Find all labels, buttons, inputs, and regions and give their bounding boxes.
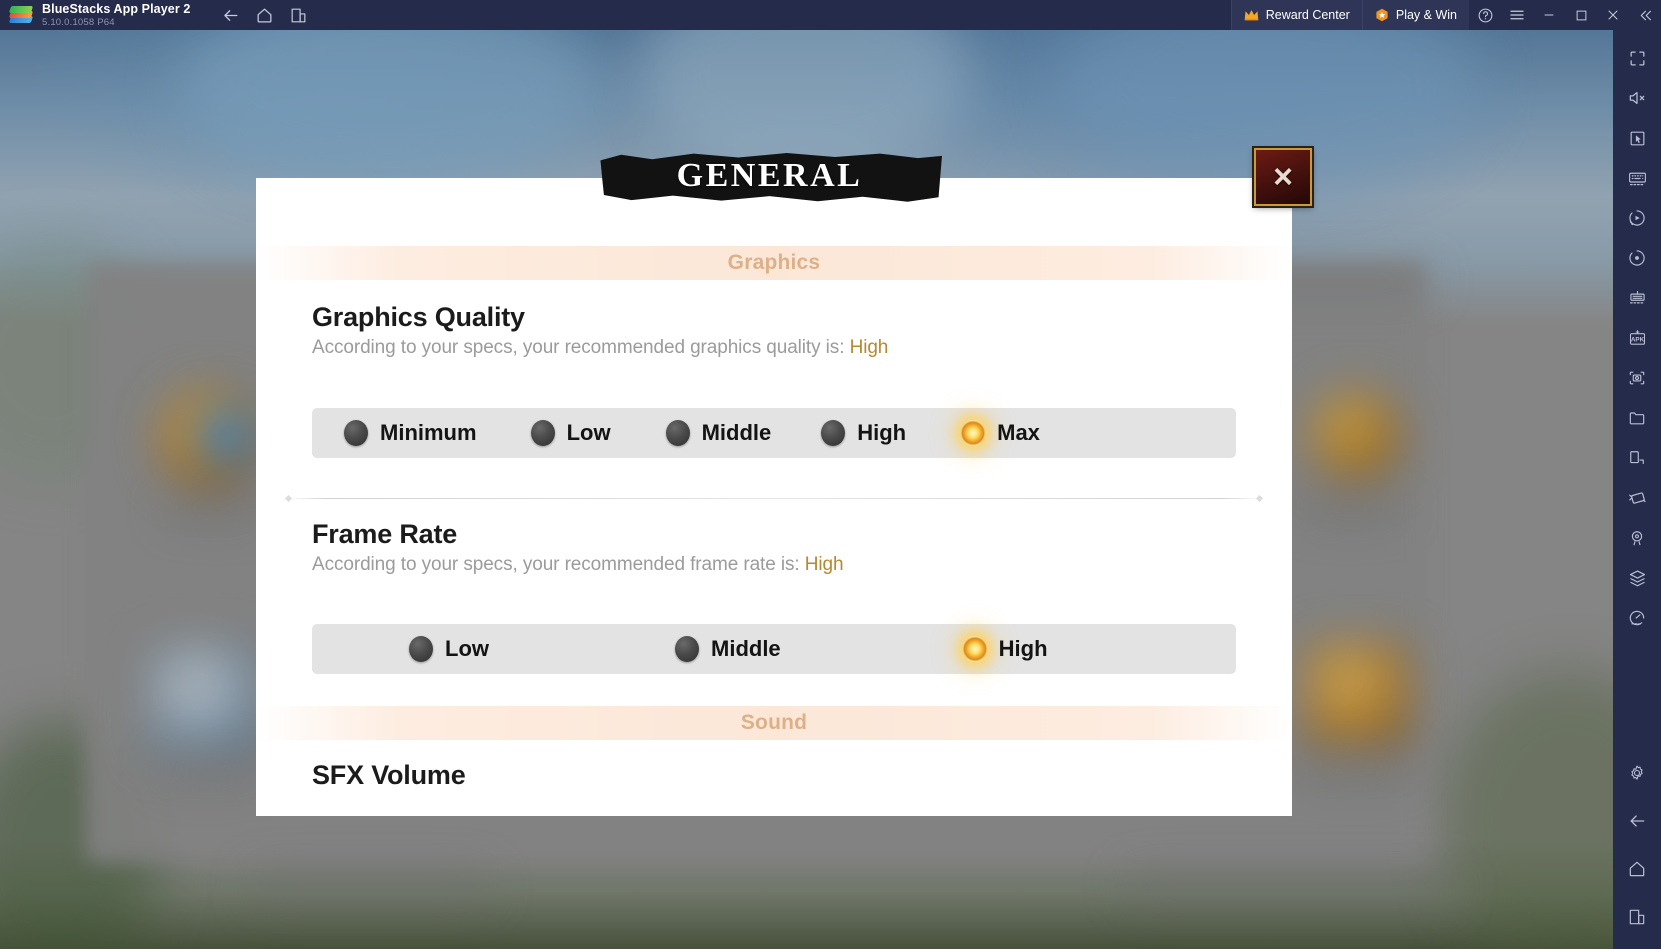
option-high[interactable]: High — [781, 624, 1048, 674]
multi-instance-icon[interactable] — [284, 3, 312, 27]
radio-icon[interactable] — [530, 420, 555, 446]
cursor-pointer-icon[interactable] — [1617, 118, 1657, 158]
dialog-close-button[interactable]: × — [1252, 146, 1314, 208]
screenshot-icon[interactable] — [1617, 358, 1657, 398]
setting-subtitle: According to your specs, your recommende… — [312, 337, 1236, 359]
question-circle-icon[interactable] — [1469, 0, 1501, 30]
radio-icon-selected[interactable] — [961, 420, 986, 446]
back-icon[interactable] — [216, 3, 244, 27]
app-version: 5.10.0.1058 P64 — [42, 16, 115, 28]
media-folder-icon[interactable] — [1617, 398, 1657, 438]
multi-instance-sync-icon[interactable] — [1617, 558, 1657, 598]
option-label: Middle — [701, 420, 772, 445]
setting-subtitle-prefix: According to your specs, your recommende… — [312, 554, 805, 575]
option-label: High — [998, 636, 1048, 661]
record-icon[interactable] — [1617, 238, 1657, 278]
setting-title: Frame Rate — [312, 519, 458, 549]
option-middle[interactable]: Middle — [611, 408, 772, 458]
maximize-icon[interactable] — [1565, 0, 1597, 30]
option-max[interactable]: Max — [906, 408, 1040, 458]
svg-text:APK: APK — [1630, 336, 1644, 343]
minimize-icon[interactable] — [1533, 0, 1565, 30]
dialog-title: GENERAL — [676, 157, 863, 194]
section-label: Graphics — [727, 251, 821, 274]
emulator-sidebar: APK — [1613, 30, 1661, 949]
dialog-title-banner: GENERAL — [597, 148, 942, 204]
radio-icon[interactable] — [665, 420, 690, 446]
double-chevron-left-icon[interactable] — [1629, 0, 1661, 30]
section-label: Sound — [740, 711, 808, 734]
settings-gear-icon[interactable] — [1617, 753, 1657, 793]
section-header-sound: Sound — [256, 706, 1292, 740]
option-label: Max — [997, 420, 1040, 445]
setting-subtitle-value: High — [849, 337, 889, 358]
setting-graphics-quality: Graphics Quality According to your specs… — [256, 280, 1292, 458]
window-controls — [1469, 0, 1661, 30]
settings-divider — [286, 498, 1262, 499]
play-and-win-label: Play & Win — [1395, 8, 1457, 22]
radio-icon[interactable] — [821, 420, 846, 446]
bluestacks-logo-icon — [8, 6, 34, 24]
location-icon[interactable] — [1617, 518, 1657, 558]
option-middle[interactable]: Middle — [489, 624, 781, 674]
option-label: Low — [566, 420, 611, 445]
option-low[interactable]: Low — [477, 408, 611, 458]
graphics-quality-option-bar[interactable]: Minimum Low Middle High Max — [312, 408, 1236, 458]
hamburger-menu-icon[interactable] — [1501, 0, 1533, 30]
reward-center-label: Reward Center — [1265, 8, 1350, 22]
app-title: BlueStacks App Player 2 — [42, 2, 191, 16]
section-header-graphics: Graphics — [256, 246, 1292, 280]
recents-icon[interactable] — [1617, 897, 1657, 937]
frame-rate-option-bar[interactable]: Low Middle High — [312, 624, 1236, 674]
play-and-win-button[interactable]: Play & Win — [1361, 0, 1469, 30]
radio-icon[interactable] — [675, 636, 699, 662]
keyboard-icon[interactable] — [1617, 158, 1657, 198]
setting-subtitle-clipped — [312, 791, 1236, 801]
setting-sfx-volume: SFX Volume — [256, 740, 1292, 801]
dialog-panel: Graphics Graphics Quality According to y… — [256, 178, 1292, 816]
eco-mode-icon[interactable] — [1617, 278, 1657, 318]
radio-icon-selected[interactable] — [962, 636, 987, 662]
window-title-bar: BlueStacks App Player 2 5.10.0.1058 P64 — [0, 0, 1661, 30]
setting-frame-rate: Frame Rate According to your specs, your… — [256, 499, 1292, 674]
radio-icon[interactable] — [344, 420, 368, 446]
setting-title: SFX Volume — [312, 760, 466, 790]
option-label: Middle — [711, 636, 781, 661]
orange-hexagon-icon — [1375, 8, 1389, 22]
setting-subtitle-prefix: According to your specs, your recommende… — [312, 337, 850, 358]
close-icon[interactable] — [1597, 0, 1629, 30]
option-label: Low — [445, 636, 489, 661]
home-icon[interactable] — [250, 3, 278, 27]
dialog-content: Graphics Graphics Quality According to y… — [256, 178, 1292, 816]
option-label: Minimum — [380, 420, 477, 445]
close-x-icon: × — [1273, 158, 1293, 196]
option-low[interactable]: Low — [312, 624, 489, 674]
fullscreen-icon[interactable] — [1617, 38, 1657, 78]
rotate-screen-icon[interactable] — [1617, 438, 1657, 478]
radio-icon[interactable] — [409, 636, 433, 662]
setting-subtitle-value: High — [804, 554, 844, 575]
install-apk-icon[interactable]: APK — [1617, 318, 1657, 358]
app-title-block: BlueStacks App Player 2 5.10.0.1058 P64 — [42, 3, 190, 27]
general-settings-dialog: GENERAL × Graphics Graphics Quality Acco… — [256, 146, 1314, 816]
reward-center-button[interactable]: Reward Center — [1230, 0, 1362, 30]
home-icon[interactable] — [1617, 849, 1657, 889]
volume-mute-icon[interactable] — [1617, 78, 1657, 118]
macro-play-icon[interactable] — [1617, 198, 1657, 238]
emulator-game-viewport[interactable]: GENERAL × Graphics Graphics Quality Acco… — [0, 30, 1613, 949]
back-icon[interactable] — [1617, 801, 1657, 841]
option-minimum[interactable]: Minimum — [312, 408, 477, 458]
crown-icon — [1244, 9, 1259, 21]
option-label: High — [857, 420, 907, 445]
trim-memory-icon[interactable] — [1617, 598, 1657, 638]
setting-subtitle: According to your specs, your recommende… — [312, 554, 1236, 576]
option-high[interactable]: High — [771, 408, 906, 458]
titlebar-nav-group — [216, 3, 312, 27]
shake-icon[interactable] — [1617, 478, 1657, 518]
setting-title: Graphics Quality — [312, 302, 525, 332]
